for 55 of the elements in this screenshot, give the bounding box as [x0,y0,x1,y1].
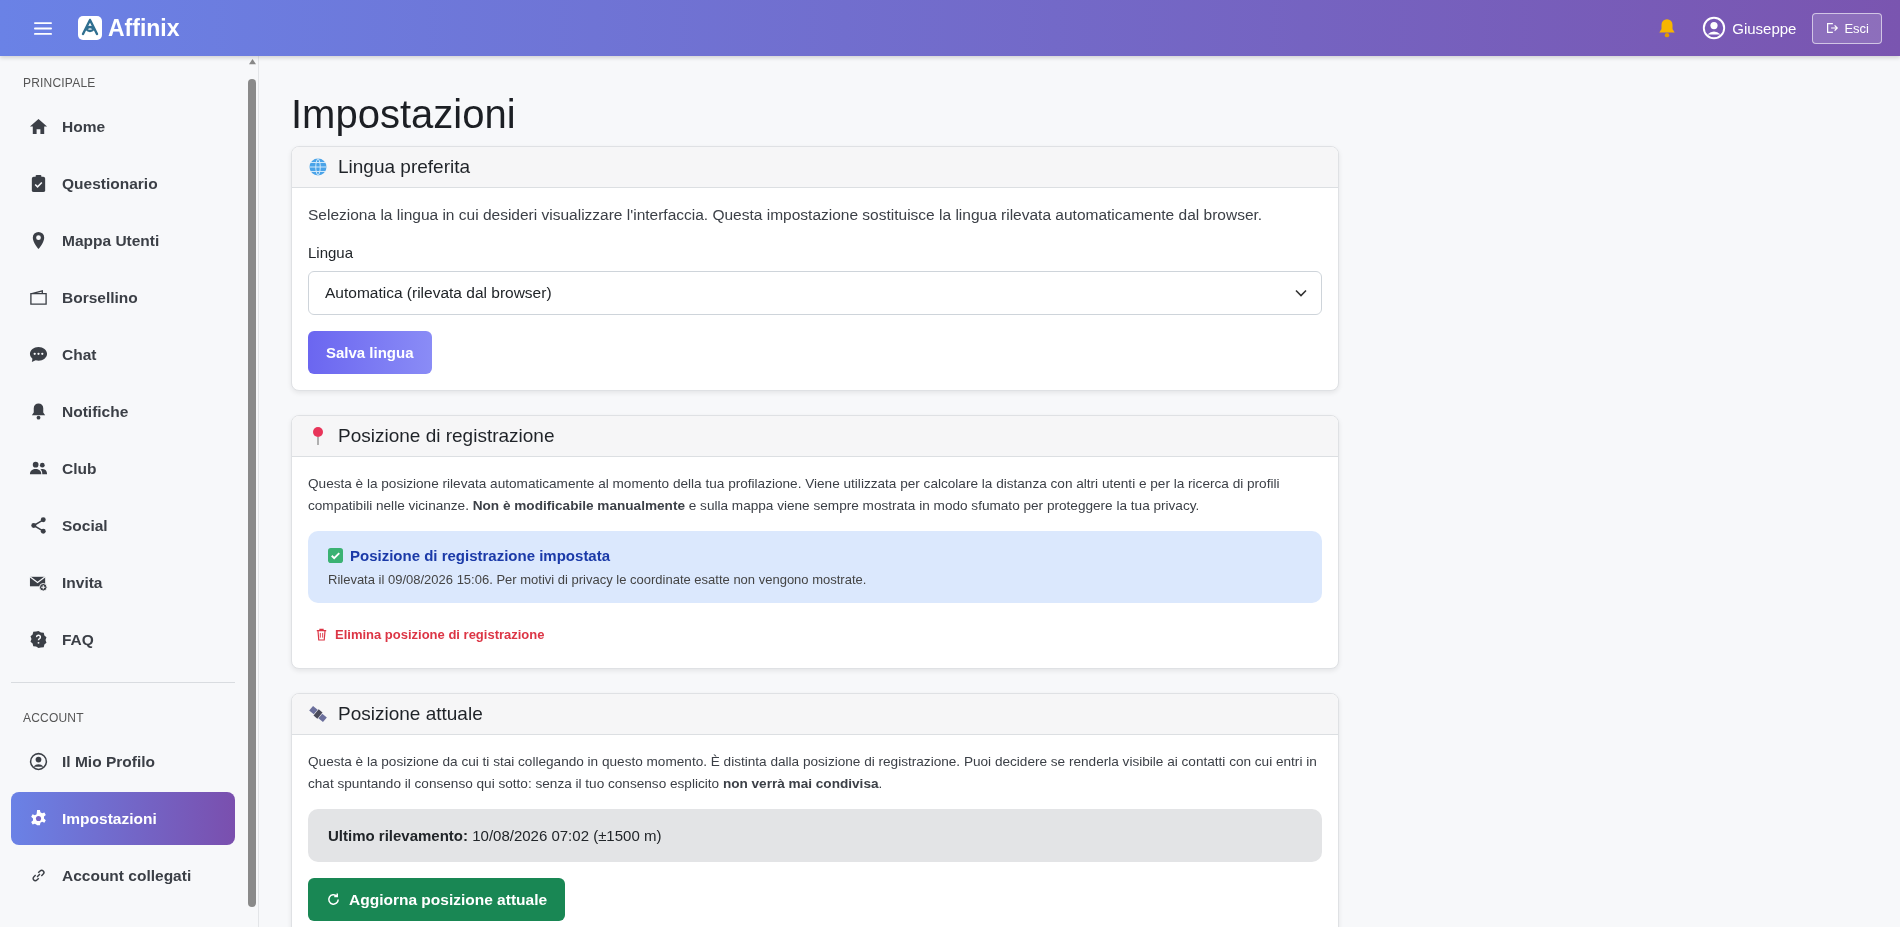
logo-icon [78,16,102,40]
page-title: Impostazioni [291,91,517,138]
sidebar-item[interactable]: Notifiche [11,385,235,438]
section-heading: PRINCIPALE [22,75,97,92]
card-title: Posizione attuale [338,703,483,725]
card-title: Lingua preferita [338,156,471,178]
globe-icon [308,157,328,177]
card-description: Questa è la posizione rilevata automaticamente al momento della tua profilazione. Viene utilizzata per calcolare la distanza con altri utenti e per la ricerca di profili compatibili nelle vicinanze. Non è modificabile manualmente e sulla mappa viene sempre mostrata in modo sfumato per proteggere la tua privacy. [308,475,1281,515]
last-reading-text: Ultimo rilevamento: 10/08/2026 07:02 (±1500 m) [308,809,1322,862]
save-language-button[interactable]: Salva lingua [308,331,432,374]
sidebar-item[interactable]: Il Mio Profilo [11,735,235,788]
card-description: Seleziona la lingua in cui desideri visualizzare l'interfaccia. Questa impostazione sostituisce la lingua rilevata automaticamente dal browser. [308,206,1264,224]
trash-icon [316,628,327,641]
user-name[interactable]: Giuseppe [1732,19,1797,37]
clipboard-icon [29,174,48,193]
user-circle-icon [29,752,48,771]
sidebar-item[interactable]: Home [11,100,235,153]
field-label: Lingua [308,244,355,261]
refresh-position-button[interactable]: Aggiorna posizione attuale [308,878,566,921]
sidebar-item[interactable]: Social [11,499,235,552]
sidebar-item[interactable]: Questionario [11,157,235,210]
wallet-icon [29,288,48,307]
logout-icon [1825,21,1840,35]
envelope-icon [29,573,48,592]
satellite-icon [308,704,328,724]
chat-bubble-icon [29,345,48,364]
sidebar-item[interactable]: Borsellino [11,271,235,324]
user-avatar-icon[interactable] [1702,16,1727,40]
alert-title: Posizione di registrazione impostata [350,547,611,564]
sidebar-item[interactable]: Invita [11,556,235,609]
bell-icon [29,402,48,421]
chevron-down-icon [1295,289,1307,297]
question-badge-icon [29,630,48,649]
brand-name[interactable]: Affinix [108,14,180,42]
menu-icon[interactable] [34,20,52,36]
settings-icon [29,809,48,828]
card-description: Questa è la posizione da cui ti stai collegando in questo momento. È distinta dalla posizione di registrazione. Puoi decidere se renderla visibile ai contatti con cui entri in chat spuntando il consenso qui sotto: senza il tuo consenso esplicito non verrà mai condivisa. [308,753,1318,793]
refresh-icon [326,892,341,907]
sidebar-item[interactable]: Club [11,442,235,495]
scroll-up-icon[interactable] [247,58,257,65]
delete-link[interactable]: Elimina posizione di registrazione [308,621,553,648]
alert-text: Rilevata il 09/08/2026 15:06. Per motivi di privacy le coordinate esatte non vengono mostrate. [328,572,868,587]
sidebar-item[interactable]: Impostazioni [11,792,235,845]
section-heading: ACCOUNT [22,710,85,727]
language-select[interactable]: Automatica (rilevata dal browser) [308,271,1322,315]
share-icon [29,516,48,535]
sidebar-item[interactable]: Account collegati [11,849,235,902]
sidebar-item[interactable]: FAQ [11,613,235,666]
home-icon [29,117,48,136]
sidebar-item[interactable]: Mappa Utenti [11,214,235,267]
logout-button[interactable]: Esci [1812,12,1882,44]
checkmark-icon [328,548,343,563]
scrollbar-thumb[interactable] [248,79,256,907]
sidebar-item[interactable]: Chat [11,328,235,381]
card-title: Posizione di registrazione [338,425,555,447]
